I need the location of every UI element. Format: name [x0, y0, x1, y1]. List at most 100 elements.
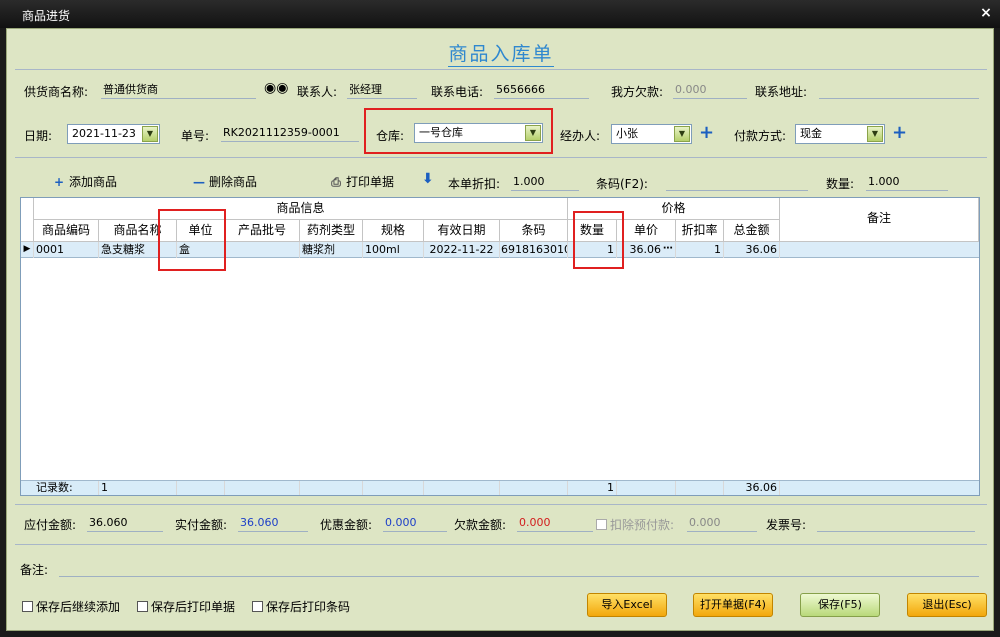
warehouse-label: 仓库:	[376, 129, 405, 143]
date-picker[interactable]: 2021-11-23 ▼	[67, 124, 160, 144]
discount-label: 本单折扣:	[448, 177, 501, 191]
plus-icon: +	[53, 175, 65, 189]
cell-expiry[interactable]: 2022-11-22	[424, 242, 500, 258]
column-header[interactable]: 有效日期	[424, 220, 500, 242]
divider	[15, 504, 987, 505]
footer-cell	[225, 481, 300, 495]
footer-cell	[300, 481, 363, 495]
owed-label: 我方欠款:	[611, 85, 664, 99]
chevron-down-icon[interactable]: ▼	[674, 126, 690, 142]
divider	[15, 544, 987, 545]
prepay-field: 0.000	[687, 514, 757, 532]
cell-code[interactable]: 0001	[34, 242, 99, 258]
order-no-field[interactable]: RK2021112359-0001	[221, 124, 359, 142]
form-panel: 商品入库单 供货商名称: 普通供货商 ◉◉ 联系人: 张经理 联系电话: 565…	[6, 28, 994, 631]
form-heading: 商品入库单	[448, 43, 554, 67]
continue-add-checkbox[interactable]: 保存后继续添加	[22, 598, 120, 615]
column-header[interactable]: 折扣率	[676, 220, 724, 242]
column-header[interactable]: 药剂类型	[300, 220, 363, 242]
grid-footer: 记录数: 1 1 36.06	[21, 480, 979, 495]
divider	[15, 157, 987, 158]
footer-cell	[363, 481, 424, 495]
footer-cell	[424, 481, 500, 495]
ellipsis-icon[interactable]: ⋯	[663, 242, 673, 256]
owed-field: 0.000	[673, 81, 747, 99]
discount-field[interactable]: 1.000	[511, 173, 579, 191]
supplier-field[interactable]: 普通供货商	[101, 81, 256, 99]
qty-total: 1	[568, 481, 617, 495]
add-handler-icon[interactable]: +	[699, 124, 714, 142]
column-header[interactable]: 总金额	[724, 220, 780, 242]
discount-amount-field: 0.000	[383, 514, 447, 532]
phone-label: 联系电话:	[431, 85, 484, 99]
delete-product-button[interactable]: — 删除商品	[192, 173, 257, 190]
contact-label: 联系人:	[297, 85, 338, 99]
chevron-down-icon[interactable]: ▼	[525, 125, 541, 141]
actual-field[interactable]: 36.060	[238, 514, 308, 532]
group-header-product: 商品信息	[34, 198, 568, 220]
phone-field[interactable]: 5656666	[494, 81, 589, 99]
highlight-box-unit	[158, 209, 226, 271]
exit-button[interactable]: 退出(Esc)	[907, 593, 987, 617]
date-label: 日期:	[24, 129, 53, 143]
actual-label: 实付金额:	[175, 518, 228, 532]
print-doc-checkbox[interactable]: 保存后打印单据	[137, 598, 235, 615]
qty-field[interactable]: 1.000	[866, 173, 948, 191]
group-header-remark: 备注	[780, 198, 979, 242]
binoculars-icon[interactable]: ◉◉	[264, 80, 288, 96]
printer-icon: ⎙	[331, 175, 341, 189]
order-no-label: 单号:	[181, 129, 210, 143]
debt-label: 欠款金额:	[454, 518, 507, 532]
add-payment-icon[interactable]: +	[892, 124, 907, 142]
row-header-corner	[21, 198, 34, 242]
column-header[interactable]: 产品批号	[225, 220, 300, 242]
warehouse-select[interactable]: 一号仓库 ▼	[414, 123, 543, 143]
handler-label: 经办人:	[560, 129, 601, 143]
remark-field[interactable]	[59, 559, 979, 577]
arrow-down-icon: ⬇	[422, 171, 434, 187]
column-header[interactable]: 商品编码	[34, 220, 99, 242]
cell-spec[interactable]: 100ml	[363, 242, 424, 258]
invoice-label: 发票号:	[766, 518, 807, 532]
qty-label: 数量:	[826, 177, 855, 191]
footer-cell	[617, 481, 676, 495]
save-button[interactable]: 保存(F5)	[800, 593, 880, 617]
cell-barcode[interactable]: 69181630108	[500, 242, 568, 258]
window-title: 商品进货	[22, 9, 71, 23]
chevron-down-icon[interactable]: ▼	[867, 126, 883, 142]
import-excel-button[interactable]: 导入Excel	[587, 593, 667, 617]
print-barcode-checkbox[interactable]: 保存后打印条码	[252, 598, 350, 615]
contact-field[interactable]: 张经理	[347, 81, 417, 99]
column-header[interactable]: 单价	[617, 220, 676, 242]
handler-select[interactable]: 小张 ▼	[611, 124, 692, 144]
debt-field: 0.000	[517, 514, 593, 532]
payment-select[interactable]: 现金 ▼	[795, 124, 885, 144]
open-document-button[interactable]: 打开单据(F4)	[693, 593, 773, 617]
column-header[interactable]: 规格	[363, 220, 424, 242]
cell-batch[interactable]	[225, 242, 300, 258]
prepay-checkbox[interactable]: 扣除预付款:	[596, 516, 674, 533]
divider	[15, 69, 987, 70]
cell-total[interactable]: 36.06	[724, 242, 780, 258]
chevron-down-icon[interactable]: ▼	[142, 126, 158, 142]
records-label: 记录数:	[34, 481, 99, 495]
supplier-label: 供货商名称:	[24, 85, 89, 99]
address-field[interactable]	[819, 81, 979, 99]
window: 商品进货 × 商品入库单 供货商名称: 普通供货商 ◉◉ 联系人: 张经理 联系…	[0, 0, 1000, 637]
barcode-label: 条码(F2):	[596, 177, 648, 191]
barcode-input[interactable]	[666, 173, 808, 191]
cell-discount[interactable]: 1	[676, 242, 724, 258]
payable-field: 36.060	[87, 514, 163, 532]
column-header[interactable]: 条码	[500, 220, 568, 242]
print-document-button[interactable]: ⎙ 打印单据	[329, 173, 394, 190]
address-label: 联系地址:	[755, 85, 808, 99]
close-icon[interactable]: ×	[978, 5, 994, 21]
row-pointer-icon: ▶	[21, 242, 34, 258]
amount-total: 36.06	[724, 481, 780, 495]
add-product-button[interactable]: + 添加商品	[52, 173, 117, 190]
footer-cell	[676, 481, 724, 495]
footer-cell	[500, 481, 568, 495]
invoice-field[interactable]	[817, 514, 975, 532]
cell-type[interactable]: 糖浆剂	[300, 242, 363, 258]
discount-amount-label: 优惠金额:	[320, 518, 373, 532]
